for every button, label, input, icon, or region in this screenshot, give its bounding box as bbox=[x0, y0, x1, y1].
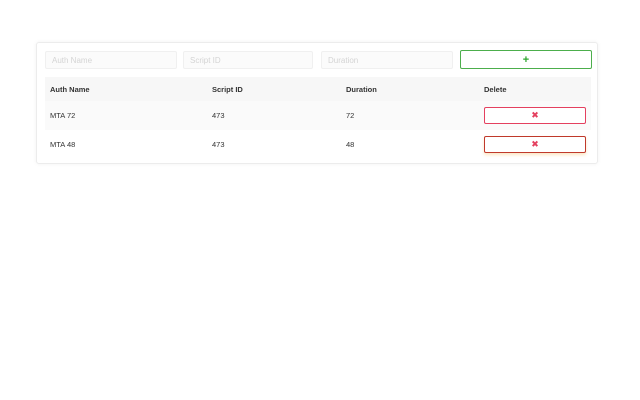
auth-panel: + Auth Name Script ID Duration Delete MT… bbox=[36, 42, 598, 164]
plus-icon: + bbox=[522, 53, 530, 66]
add-button[interactable]: + bbox=[460, 50, 592, 69]
close-icon: ✖ bbox=[531, 139, 539, 149]
cell-duration: 72 bbox=[346, 111, 355, 120]
script-id-input[interactable] bbox=[183, 51, 313, 69]
cell-duration: 48 bbox=[346, 140, 355, 149]
cell-script-id: 473 bbox=[212, 140, 225, 149]
duration-input[interactable] bbox=[321, 51, 453, 69]
header-auth-name: Auth Name bbox=[50, 84, 90, 94]
cell-auth-name: MTA 72 bbox=[50, 111, 76, 120]
table-row: MTA 48 473 48 ✖ bbox=[45, 130, 591, 159]
cell-script-id: 473 bbox=[212, 111, 225, 120]
header-delete: Delete bbox=[484, 84, 507, 94]
table-row: MTA 72 473 72 ✖ bbox=[45, 101, 591, 130]
delete-button[interactable]: ✖ bbox=[484, 107, 586, 124]
cell-auth-name: MTA 48 bbox=[50, 140, 76, 149]
auth-name-input[interactable] bbox=[45, 51, 177, 69]
auth-table: Auth Name Script ID Duration Delete MTA … bbox=[45, 77, 591, 159]
delete-button[interactable]: ✖ bbox=[484, 136, 586, 153]
header-script-id: Script ID bbox=[212, 84, 243, 94]
table-header-row: Auth Name Script ID Duration Delete bbox=[45, 77, 591, 101]
close-icon: ✖ bbox=[531, 110, 539, 120]
header-duration: Duration bbox=[346, 84, 377, 94]
